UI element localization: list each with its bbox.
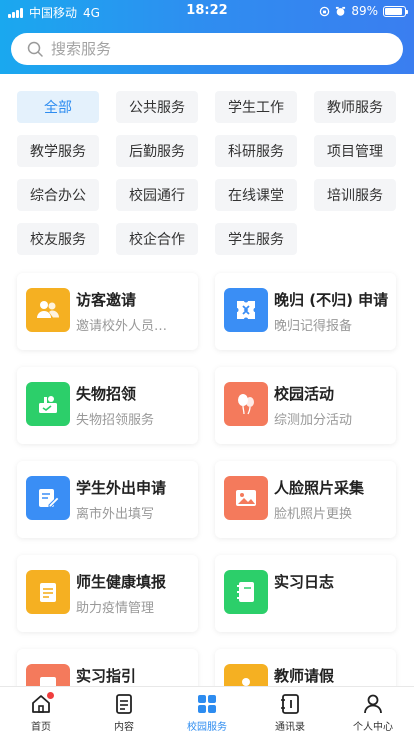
card-title: 失物招领 [76, 385, 137, 403]
category-teaching[interactable]: 教学服务 [17, 135, 99, 167]
card-subtitle: 脸机照片更换 [274, 507, 353, 522]
category-logistics[interactable]: 后勤服务 [116, 135, 198, 167]
category-training[interactable]: 培训服务 [314, 179, 396, 211]
category-all[interactable]: 全部 [17, 91, 99, 123]
card-title: 校园活动 [274, 385, 335, 403]
balloon-icon [224, 382, 268, 426]
card-subtitle: 离市外出填写 [76, 507, 155, 522]
search-input[interactable] [51, 40, 371, 58]
search-bar[interactable] [11, 33, 403, 65]
category-campus-access[interactable]: 校园通行 [116, 179, 198, 211]
category-office[interactable]: 综合办公 [17, 179, 99, 211]
alarm-icon [336, 6, 346, 16]
card-subtitle: 综测加分活动 [274, 413, 353, 428]
service-card-campus-activity[interactable]: 校园活动 综测加分活动 [215, 367, 396, 444]
card-subtitle: 助力疫情管理 [76, 601, 155, 616]
visitor-icon [26, 288, 70, 332]
card-subtitle: 邀请校外人员… [76, 319, 168, 334]
lost-found-icon [26, 382, 70, 426]
tab-label: 校园服务 [187, 722, 227, 733]
tab-contacts[interactable]: 通讯录 [249, 687, 331, 736]
card-subtitle: 晚归记得报备 [274, 319, 353, 334]
rotation-lock-icon [320, 6, 330, 16]
category-teacher[interactable]: 教师服务 [314, 91, 396, 123]
card-title: 人脸照片采集 [274, 479, 365, 497]
category-alumni[interactable]: 校友服务 [17, 223, 99, 255]
card-title: 教师请假 [274, 667, 335, 685]
grid-icon [198, 695, 216, 713]
header: 中国移动 4G 18:22 89% [0, 0, 414, 74]
edit-form-icon [26, 476, 70, 520]
category-research[interactable]: 科研服务 [215, 135, 297, 167]
tab-label: 个人中心 [353, 722, 393, 733]
card-title: 实习指引 [76, 667, 137, 685]
card-title: 访客邀请 [76, 291, 137, 309]
service-card-health-report[interactable]: 师生健康填报 助力疫情管理 [17, 555, 198, 632]
notebook-icon [224, 570, 268, 614]
category-online-class[interactable]: 在线课堂 [215, 179, 297, 211]
tab-home[interactable]: 首页 [0, 687, 82, 736]
tab-label: 首页 [31, 722, 51, 733]
service-card-lost-found[interactable]: 失物招领 失物招领服务 [17, 367, 198, 444]
health-form-icon [26, 570, 70, 614]
service-card-internship-log[interactable]: 实习日志 [215, 555, 396, 632]
search-icon [27, 41, 43, 57]
tab-campus-service[interactable]: 校园服务 [166, 687, 248, 736]
puzzle-icon [224, 288, 268, 332]
card-subtitle: 失物招领服务 [76, 413, 155, 428]
card-title: 学生外出申请 [76, 479, 167, 497]
category-public[interactable]: 公共服务 [116, 91, 198, 123]
bottom-tab-bar: 首页 内容 校园服务 通讯录 个人中心 [0, 686, 414, 736]
tab-label: 内容 [114, 722, 134, 733]
document-icon [116, 694, 132, 714]
notification-badge [47, 692, 54, 699]
tab-content[interactable]: 内容 [83, 687, 165, 736]
category-student-work[interactable]: 学生工作 [215, 91, 297, 123]
battery-percent: 89% [351, 4, 378, 18]
category-student-service[interactable]: 学生服务 [215, 223, 297, 255]
card-title: 晚归 (不归) 申请 [274, 291, 389, 309]
user-icon [364, 694, 382, 714]
service-card-late-return[interactable]: 晚归 (不归) 申请 晚归记得报备 [215, 273, 396, 350]
battery-icon [383, 5, 408, 17]
contacts-icon [281, 694, 299, 714]
tab-label: 通讯录 [275, 722, 305, 733]
card-title: 师生健康填报 [76, 573, 167, 591]
photo-icon [224, 476, 268, 520]
category-project[interactable]: 项目管理 [314, 135, 396, 167]
service-card-student-outing[interactable]: 学生外出申请 离市外出填写 [17, 461, 198, 538]
service-card-face-photo[interactable]: 人脸照片采集 脸机照片更换 [215, 461, 396, 538]
service-card-visitor[interactable]: 访客邀请 邀请校外人员… [17, 273, 198, 350]
card-title: 实习日志 [274, 573, 335, 591]
category-enterprise[interactable]: 校企合作 [116, 223, 198, 255]
status-bar: 中国移动 4G 18:22 89% [0, 0, 414, 22]
tab-profile[interactable]: 个人中心 [332, 687, 414, 736]
